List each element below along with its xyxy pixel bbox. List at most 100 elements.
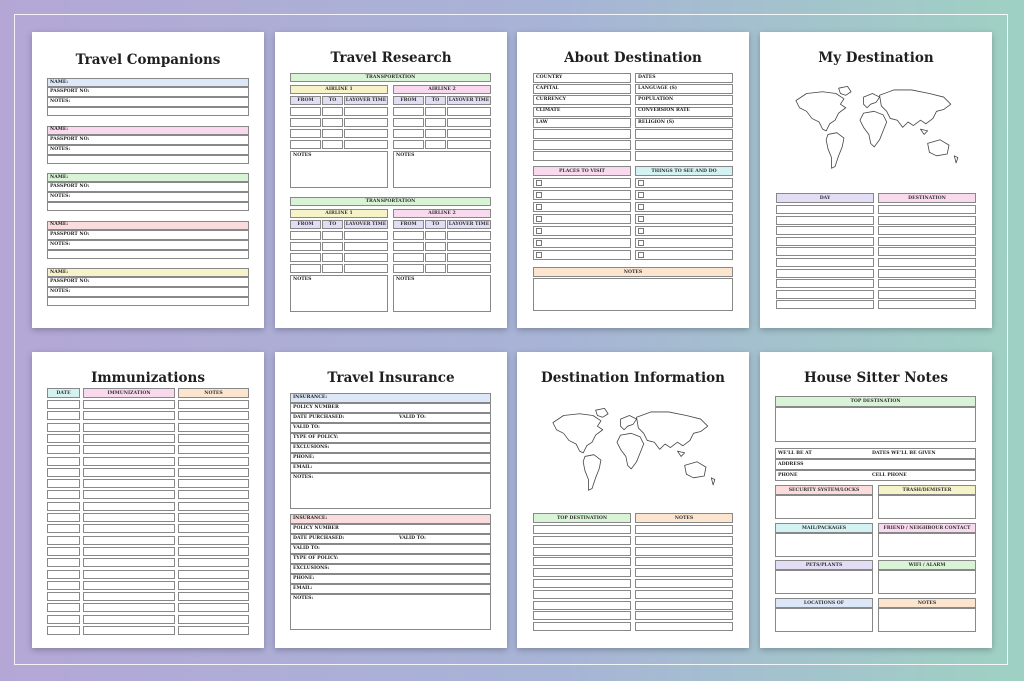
entry-line[interactable]: [776, 226, 874, 236]
entry-line[interactable]: [47, 592, 80, 602]
entry-line[interactable]: [178, 558, 249, 568]
note-box[interactable]: [878, 533, 976, 557]
entry-line[interactable]: [322, 107, 343, 116]
entry-line[interactable]: [83, 445, 175, 455]
insurance-row[interactable]: [290, 544, 491, 554]
entry-line[interactable]: [425, 242, 446, 251]
entry-line[interactable]: [83, 592, 175, 602]
note-box[interactable]: [878, 608, 976, 632]
entry-line[interactable]: [393, 231, 424, 240]
entry-line[interactable]: [322, 118, 343, 127]
entry-line[interactable]: [290, 253, 321, 262]
entry-line[interactable]: [322, 231, 343, 240]
entry-line[interactable]: [635, 525, 733, 534]
entry-line[interactable]: [83, 603, 175, 613]
entry-line[interactable]: [47, 433, 80, 443]
checkbox[interactable]: [536, 252, 542, 258]
notes-box[interactable]: [533, 278, 733, 311]
name-row[interactable]: [47, 173, 249, 182]
entry-line[interactable]: [447, 231, 491, 240]
entry-line[interactable]: [322, 242, 343, 251]
checkbox[interactable]: [638, 180, 644, 186]
entry-line[interactable]: [878, 258, 976, 267]
entry-line[interactable]: [290, 231, 321, 240]
entry-line[interactable]: [178, 603, 249, 613]
entry-line[interactable]: [533, 579, 631, 588]
entry-line[interactable]: [83, 479, 175, 489]
name-row[interactable]: [47, 268, 249, 277]
entry-line[interactable]: [425, 231, 446, 240]
checkbox[interactable]: [638, 240, 644, 246]
entry-line[interactable]: [393, 107, 424, 116]
notes-box[interactable]: [290, 473, 491, 509]
entry-line[interactable]: [83, 456, 175, 466]
entry-line[interactable]: [290, 140, 321, 149]
entry-line[interactable]: [533, 190, 631, 200]
insurance-row[interactable]: [290, 584, 491, 594]
entry-line[interactable]: [47, 535, 80, 545]
entry-line[interactable]: [83, 546, 175, 556]
entry-line[interactable]: [178, 422, 249, 432]
insurance-row[interactable]: [290, 463, 491, 473]
entry-line[interactable]: [47, 202, 249, 211]
entry-line[interactable]: [776, 300, 874, 310]
note-box[interactable]: [878, 570, 976, 594]
entry-line[interactable]: [393, 253, 424, 262]
entry-line[interactable]: [322, 264, 343, 273]
entry-line[interactable]: [776, 215, 874, 225]
entry-line[interactable]: [83, 614, 175, 624]
entry-line[interactable]: [533, 535, 631, 545]
entry-line[interactable]: [878, 247, 976, 257]
entry-line[interactable]: [425, 107, 446, 116]
entry-line[interactable]: [178, 524, 249, 534]
entry-line[interactable]: [425, 253, 446, 262]
entry-line[interactable]: [533, 525, 631, 534]
entry-line[interactable]: [635, 151, 733, 162]
entry-line[interactable]: [47, 249, 249, 259]
entry-line[interactable]: [178, 535, 249, 545]
entry-line[interactable]: [178, 479, 249, 489]
entry-line[interactable]: [776, 236, 874, 246]
entry-line[interactable]: [178, 580, 249, 590]
entry-line[interactable]: [878, 215, 976, 225]
top-destination-box[interactable]: [775, 407, 976, 442]
entry-line[interactable]: [47, 467, 80, 477]
entry-line[interactable]: [635, 129, 733, 139]
entry-line[interactable]: [425, 118, 446, 127]
entry-line[interactable]: [83, 433, 175, 443]
entry-line[interactable]: [533, 151, 631, 162]
entry-line[interactable]: [178, 490, 249, 500]
entry-line[interactable]: [447, 140, 491, 149]
entry-line[interactable]: [344, 242, 388, 251]
entry-line[interactable]: [344, 118, 388, 127]
entry-line[interactable]: [47, 524, 80, 534]
entry-line[interactable]: [776, 205, 874, 214]
entry-line[interactable]: [290, 264, 321, 273]
entry-line[interactable]: [178, 614, 249, 624]
entry-line[interactable]: [47, 107, 249, 116]
entry-line[interactable]: [533, 557, 631, 567]
entry-line[interactable]: [447, 242, 491, 251]
entry-line[interactable]: [635, 579, 733, 588]
checkbox[interactable]: [536, 192, 542, 198]
entry-line[interactable]: [47, 513, 80, 522]
entry-line[interactable]: [83, 524, 175, 534]
entry-line[interactable]: [344, 253, 388, 262]
note-box[interactable]: [775, 533, 873, 557]
checkbox[interactable]: [536, 216, 542, 222]
entry-line[interactable]: [635, 622, 733, 632]
entry-line[interactable]: [775, 459, 976, 470]
entry-line[interactable]: [83, 490, 175, 500]
note-box[interactable]: [878, 495, 976, 519]
entry-line[interactable]: [344, 129, 388, 138]
entry-line[interactable]: [83, 535, 175, 545]
entry-line[interactable]: [290, 242, 321, 251]
insurance-row[interactable]: [290, 453, 491, 463]
entry-line[interactable]: [533, 214, 631, 224]
entry-line[interactable]: [47, 558, 80, 568]
entry-line[interactable]: [878, 236, 976, 246]
entry-line[interactable]: [878, 289, 976, 299]
entry-line[interactable]: [447, 107, 491, 116]
name-row[interactable]: [47, 78, 249, 87]
entry-line[interactable]: [290, 118, 321, 127]
